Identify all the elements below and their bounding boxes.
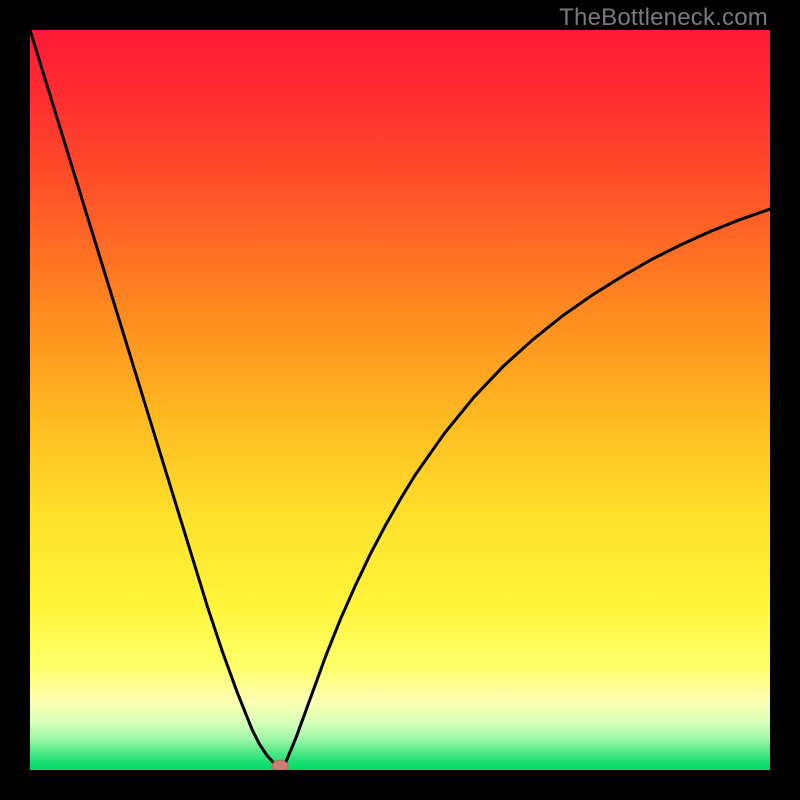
minimum-marker <box>272 760 288 770</box>
bottleneck-chart <box>30 30 770 770</box>
watermark-text: TheBottleneck.com <box>559 4 768 32</box>
chart-frame <box>30 30 770 770</box>
heatmap-background <box>30 30 770 770</box>
